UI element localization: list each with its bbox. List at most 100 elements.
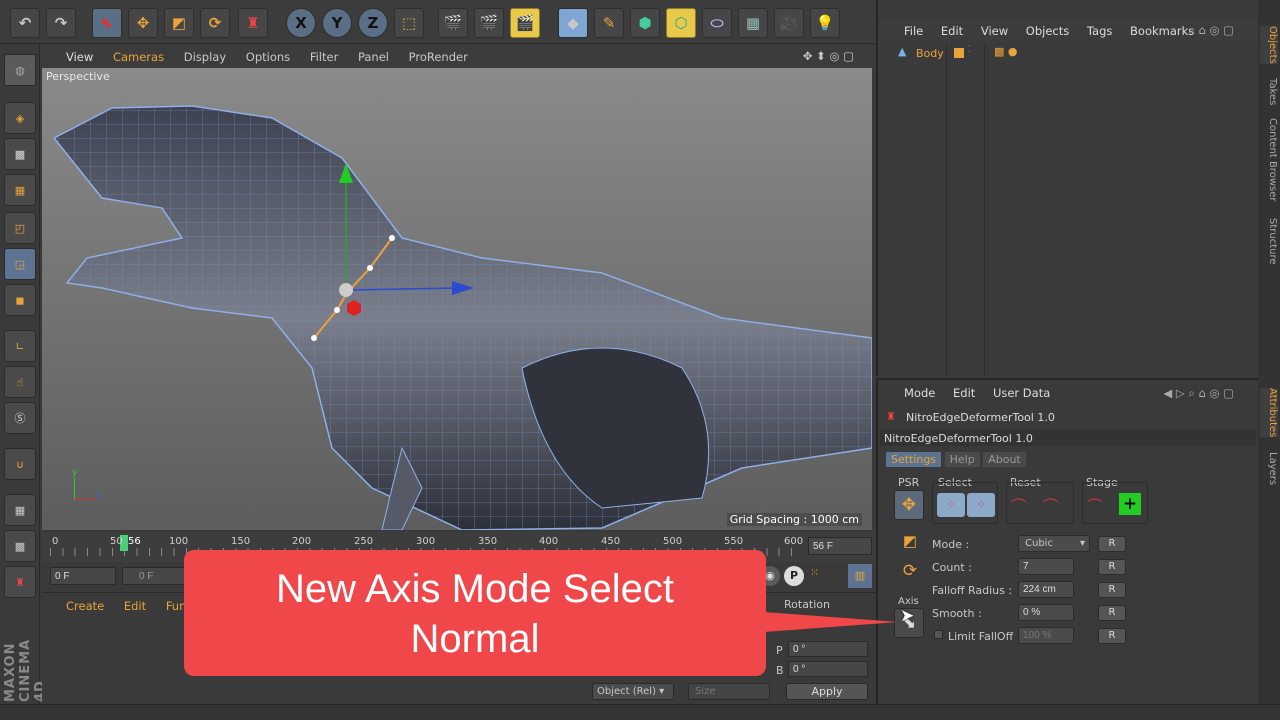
- select-tool-button[interactable]: ⬉: [92, 8, 122, 38]
- menu-cameras[interactable]: Cameras: [113, 50, 164, 64]
- plugin-tool-button[interactable]: ♜: [238, 8, 268, 38]
- size-dropdown[interactable]: Size: [688, 683, 770, 700]
- texture-mode-button[interactable]: ◍: [4, 54, 36, 86]
- tab-objects[interactable]: Objects: [1260, 26, 1278, 64]
- select-loop-icon[interactable]: ⁘: [937, 493, 965, 517]
- menu-panel[interactable]: Panel: [358, 50, 389, 64]
- menu-file[interactable]: File: [904, 24, 923, 38]
- menu-objects[interactable]: Objects: [1026, 24, 1069, 38]
- count-field[interactable]: [1018, 558, 1074, 575]
- menu-edit-obj[interactable]: Edit: [941, 24, 963, 38]
- floor-button[interactable]: ▦: [738, 8, 768, 38]
- render-picture-button[interactable]: 🎬: [474, 8, 504, 38]
- reset-curve-icon[interactable]: ⌒: [1011, 495, 1026, 516]
- pen-button[interactable]: ✎: [594, 8, 624, 38]
- snap-button[interactable]: ∪: [4, 448, 36, 480]
- workplane-lock-button[interactable]: ▦: [4, 494, 36, 526]
- coord-mode-dropdown[interactable]: Object (Rel) ▾: [592, 683, 674, 700]
- tab-takes[interactable]: Takes: [1260, 78, 1278, 105]
- tab-about[interactable]: About: [983, 452, 1026, 467]
- add-stage-icon[interactable]: +: [1119, 493, 1141, 515]
- rotate-tool-button[interactable]: ⟳: [200, 8, 230, 38]
- menu-bookmarks[interactable]: Bookmarks: [1130, 24, 1194, 38]
- limit-falloff-checkbox[interactable]: [934, 630, 943, 639]
- scale-tool-button[interactable]: ◩: [164, 8, 194, 38]
- search-icon[interactable]: ⌕ ⌂ ◎ ▢: [1188, 23, 1234, 38]
- select-ring-icon[interactable]: ⁘: [967, 493, 995, 517]
- array-button[interactable]: ⬡: [666, 8, 696, 38]
- tag-icons[interactable]: ▩ ●: [994, 45, 1018, 58]
- texture-axis-button[interactable]: ▩: [4, 138, 36, 170]
- cube-button[interactable]: ◆: [558, 8, 588, 38]
- axis-y-button[interactable]: Y: [322, 8, 352, 38]
- menu-tags[interactable]: Tags: [1087, 24, 1112, 38]
- tab-structure[interactable]: Structure: [1260, 218, 1278, 265]
- stage-curve-icon[interactable]: ⌒: [1087, 495, 1102, 516]
- menu-view[interactable]: View: [66, 50, 93, 64]
- solo-button[interactable]: Ⓢ: [4, 402, 36, 434]
- polygons-mode-button[interactable]: ◼: [4, 284, 36, 316]
- menu-mode[interactable]: Mode: [904, 386, 935, 400]
- render-view-button[interactable]: 🎬: [438, 8, 468, 38]
- rotation-b-field[interactable]: [788, 661, 868, 677]
- object-name[interactable]: Body: [916, 47, 944, 60]
- workplane-button[interactable]: ▦: [4, 174, 36, 206]
- falloff-field[interactable]: [1018, 581, 1074, 598]
- attr-nav-icons[interactable]: ◀ ▷ ⌕ ⌂ ◎ ▢: [1163, 386, 1234, 401]
- range-start-field[interactable]: [122, 567, 188, 585]
- render-settings-button[interactable]: 🎬: [510, 8, 540, 38]
- smooth-reset-button[interactable]: R: [1098, 605, 1126, 621]
- edges-mode-button[interactable]: ◲: [4, 248, 36, 280]
- subdivision-button[interactable]: ⬢: [630, 8, 660, 38]
- menu-edit[interactable]: Edit: [124, 599, 146, 613]
- plugin-left-button[interactable]: ♜: [4, 566, 36, 598]
- limit-falloff-field[interactable]: [1018, 627, 1074, 644]
- count-reset-button[interactable]: R: [1098, 559, 1126, 575]
- mode-dropdown[interactable]: Cubic ▾: [1018, 535, 1090, 552]
- psr-rotate-button[interactable]: ⟳: [896, 558, 924, 584]
- reset-dots-icon[interactable]: ⌒: [1043, 495, 1058, 516]
- move-tool-button[interactable]: ✥: [128, 8, 158, 38]
- lock-workplane-button[interactable]: ▩: [4, 530, 36, 562]
- menu-filter[interactable]: Filter: [310, 50, 338, 64]
- menu-edit-attr[interactable]: Edit: [953, 386, 975, 400]
- tab-settings[interactable]: Settings: [886, 452, 942, 467]
- tab-layers[interactable]: Layers: [1260, 452, 1278, 485]
- psr-scale-button[interactable]: ◩: [896, 528, 924, 554]
- keyframe-p-icon[interactable]: P: [784, 566, 804, 586]
- undo-button[interactable]: ↶: [10, 8, 40, 38]
- viewport-3d[interactable]: Perspective y z Grid Spacing : 1000 cm: [42, 68, 872, 530]
- model-mode-button[interactable]: ◈: [4, 102, 36, 134]
- start-frame-field[interactable]: [50, 567, 116, 585]
- object-row-body[interactable]: ▲ Body ⁚ ▩ ●: [882, 44, 1256, 62]
- current-frame-field[interactable]: [808, 537, 872, 555]
- limit-reset-button[interactable]: R: [1098, 628, 1126, 644]
- dots-grid-icon[interactable]: ⁙: [810, 566, 819, 579]
- timeline-view-icon[interactable]: ▥: [848, 564, 872, 588]
- camera-button[interactable]: 🎥: [774, 8, 804, 38]
- tab-content-browser[interactable]: Content Browser: [1260, 118, 1278, 201]
- menu-view-obj[interactable]: View: [981, 24, 1008, 38]
- menu-display[interactable]: Display: [184, 50, 226, 64]
- light-button[interactable]: 💡: [810, 8, 840, 38]
- falloff-reset-button[interactable]: R: [1098, 582, 1126, 598]
- coordinate-system-button[interactable]: ⬚: [394, 8, 424, 38]
- menu-options[interactable]: Options: [246, 50, 290, 64]
- mode-reset-button[interactable]: R: [1098, 536, 1126, 552]
- menu-prorender[interactable]: ProRender: [409, 50, 468, 64]
- visibility-dots[interactable]: ⁚: [968, 45, 971, 55]
- deformer-button[interactable]: ⬭: [702, 8, 732, 38]
- smooth-field[interactable]: [1018, 604, 1074, 621]
- apply-button[interactable]: Apply: [786, 683, 868, 700]
- layer-color-swatch[interactable]: [954, 48, 964, 58]
- tab-help[interactable]: Help: [944, 452, 980, 467]
- viewport-nav-icons[interactable]: ✥ ⬍ ◎ ▢: [803, 49, 854, 63]
- psr-move-button[interactable]: ✥: [894, 490, 924, 520]
- axis-mode-button[interactable]: ∟: [4, 330, 36, 362]
- menu-create[interactable]: Create: [66, 599, 104, 613]
- axis-x-button[interactable]: X: [286, 8, 316, 38]
- tab-attributes[interactable]: Attributes: [1260, 388, 1278, 438]
- points-mode-button[interactable]: ◰: [4, 212, 36, 244]
- axis-z-button[interactable]: Z: [358, 8, 388, 38]
- menu-user-data[interactable]: User Data: [993, 386, 1050, 400]
